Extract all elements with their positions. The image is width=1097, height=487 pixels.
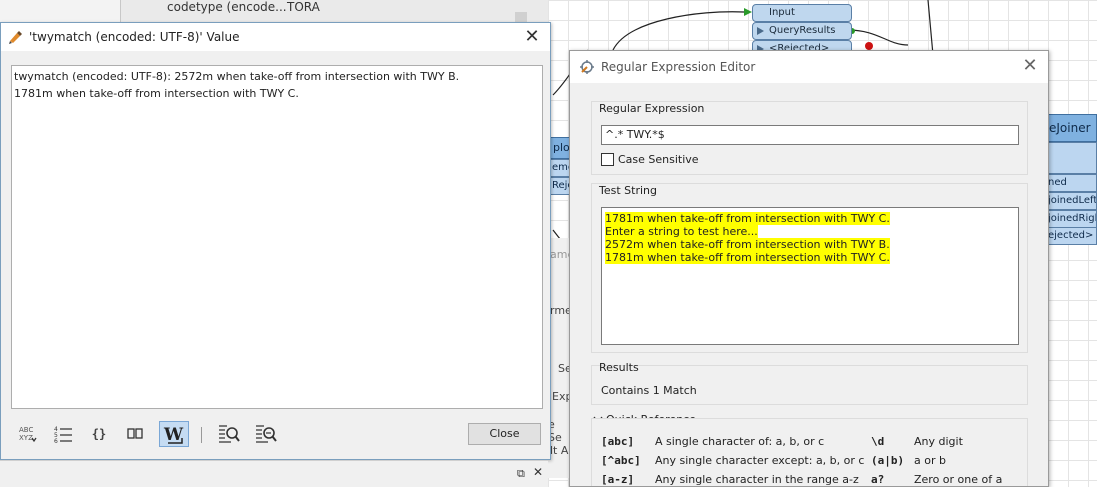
joiner-output-port[interactable]: joinedLeft <box>1044 192 1097 210</box>
ref-code: [^abc] <box>601 454 641 467</box>
background-parameters-panel: codetype (encode... TORA <box>120 0 548 22</box>
ref-code: a? <box>871 473 885 486</box>
bottom-strip: ⧉ ✕ <box>0 460 548 487</box>
ref-desc: Any single character except: a, b, or c <box>655 454 865 467</box>
quick-ref-row: [^abc] Any single character except: a, b… <box>601 451 1002 470</box>
test-string-label: Test String <box>599 184 657 197</box>
close-icon[interactable]: ✕ <box>522 26 542 47</box>
joiner-output-port[interactable]: ejected> <box>1044 227 1097 245</box>
side-label: e Se <box>548 418 562 444</box>
restore-icon[interactable]: ⧉ <box>517 467 525 481</box>
side-label: lt A <box>550 444 569 457</box>
toolbar-divider <box>201 427 202 443</box>
ref-desc: Any single character in the range a-z <box>655 473 859 486</box>
regex-editor-dialog: Regular Expression Editor ✕ Regular Expr… <box>569 50 1049 487</box>
ref-code: [abc] <box>601 435 635 448</box>
quick-reference-table: [abc] A single character of: a, b, or c … <box>601 432 1003 486</box>
ref-desc: a or b <box>914 454 946 467</box>
spell-check-icon[interactable]: ABC XYZ <box>13 421 41 447</box>
left-node-port[interactable]: eme <box>548 159 570 177</box>
joiner-output-port[interactable]: ned <box>1044 174 1097 192</box>
regex-input[interactable]: ^.* TWY.*$ <box>601 125 1019 145</box>
svg-text:XYZ: XYZ <box>19 434 33 442</box>
columns-icon[interactable] <box>121 421 149 447</box>
port-query-results[interactable]: QueryResults <box>752 22 852 40</box>
regex-editor-titlebar[interactable]: Regular Expression Editor ✕ <box>570 51 1048 83</box>
left-node-port[interactable]: Reje <box>548 177 570 195</box>
test-line-match: 1781m when take-off from intersection wi… <box>605 251 890 264</box>
word-wrap-icon[interactable]: W <box>159 421 189 447</box>
find-icon[interactable] <box>215 421 243 447</box>
port-label: ned <box>1048 177 1067 188</box>
test-line-match: Enter a string to test here... <box>605 225 758 238</box>
svg-text:W: W <box>163 425 184 445</box>
port-label: ejected> <box>1048 230 1094 241</box>
left-node-title[interactable]: ploc <box>548 137 576 159</box>
value-dialog: 'twymatch (encoded: UTF-8)' Value ✕ twym… <box>0 22 551 460</box>
close-icon[interactable]: ✕ <box>1020 55 1040 76</box>
find-replace-icon[interactable] <box>252 421 280 447</box>
app-icon <box>9 31 22 44</box>
parameter-label: codetype (encode... <box>167 0 287 14</box>
case-sensitive-label: Case Sensitive <box>618 153 699 166</box>
ref-desc: A single character of: a, b, or c <box>655 435 825 448</box>
port-connector-icon <box>865 42 873 50</box>
results-text: Contains 1 Match <box>601 384 697 397</box>
svg-text:6: 6 <box>54 438 58 444</box>
port-label: joinedRigh <box>1048 213 1097 224</box>
ref-desc: Zero or one of a <box>914 473 1003 486</box>
case-sensitive-checkbox[interactable] <box>601 153 614 166</box>
joiner-node-title[interactable]: eJoiner <box>1044 114 1097 142</box>
node-title: eJoiner <box>1049 121 1091 135</box>
ref-code: \d <box>871 435 885 448</box>
line-numbers-icon[interactable]: 456 <box>49 421 77 447</box>
joiner-output-port[interactable]: joinedRigh <box>1044 210 1097 228</box>
ref-desc: Any digit <box>914 435 963 448</box>
ref-code: (a|b) <box>871 454 905 467</box>
joiner-node-row <box>1044 142 1097 174</box>
results-label: Results <box>599 361 639 374</box>
port-input[interactable]: Input <box>752 4 852 22</box>
regex-label: Regular Expression <box>599 102 705 115</box>
port-label: Reje <box>552 180 569 191</box>
scrollbar-thumb[interactable] <box>515 12 527 22</box>
port-label: QueryResults <box>769 25 836 36</box>
dialog-title: Regular Expression Editor <box>601 60 756 74</box>
test-line-match: 1781m when take-off from intersection wi… <box>605 212 890 225</box>
test-line-match: 2572m when take-off from intersection wi… <box>605 238 890 251</box>
quick-ref-row: [abc] A single character of: a, b, or c … <box>601 432 1002 451</box>
ref-code: [a-z] <box>601 473 635 486</box>
close-button[interactable]: Close <box>468 423 541 445</box>
quick-ref-row: [a-z] Any single character in the range … <box>601 470 1003 486</box>
test-string-input[interactable]: 1781m when take-off from intersection wi… <box>601 207 1019 345</box>
value-text-area[interactable]: twymatch (encoded: UTF-8): 2572m when ta… <box>11 65 543 409</box>
svg-text:ABC: ABC <box>19 426 33 434</box>
braces-icon[interactable]: {} <box>85 421 113 447</box>
port-label: Input <box>769 7 795 18</box>
parameter-value: TORA <box>287 0 320 14</box>
value-dialog-titlebar[interactable]: 'twymatch (encoded: UTF-8)' Value ✕ <box>1 23 550 51</box>
close-icon[interactable]: ✕ <box>533 465 543 479</box>
port-label: joinedLeft <box>1048 195 1097 206</box>
port-label: eme <box>552 162 569 173</box>
side-panel: ame rme Se Exp e Se lt A <box>548 238 574 478</box>
dialog-title: 'twymatch (encoded: UTF-8)' Value <box>29 30 240 44</box>
regex-app-icon <box>580 60 594 74</box>
